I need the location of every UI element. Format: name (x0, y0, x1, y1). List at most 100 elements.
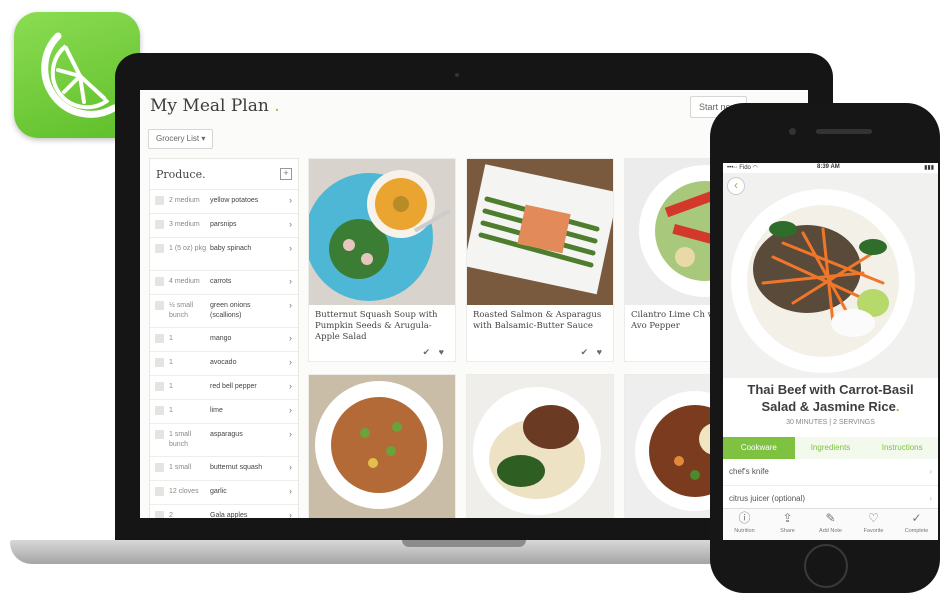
item-quantity: 4 medium (169, 278, 200, 285)
recipe-title-text: Thai Beef with Carrot-Basil Salad & Jasm… (747, 382, 914, 414)
heart-icon: ♡ (868, 511, 879, 525)
page-title-text: My Meal Plan (150, 96, 269, 116)
checkbox[interactable] (155, 430, 164, 439)
item-name: avocado (210, 359, 237, 366)
title-dot: . (895, 399, 900, 414)
checkbox[interactable] (155, 220, 164, 229)
recipe-card[interactable] (308, 374, 456, 518)
page-title: My Meal Plan . (150, 96, 280, 116)
produce-item[interactable]: 2 Gala apples › (150, 504, 298, 518)
chevron-right-icon: › (289, 219, 292, 229)
chevron-right-icon: › (289, 381, 292, 391)
item-name: mango (210, 335, 232, 342)
phone-camera (789, 128, 796, 135)
status-time: 8:39 AM (817, 164, 840, 170)
produce-item[interactable]: 1 small bunch asparagus › (150, 423, 298, 456)
checkbox[interactable] (155, 196, 164, 205)
chevron-right-icon: › (289, 195, 292, 205)
produce-item[interactable]: ½ small bunch green onions (scallions) › (150, 294, 298, 327)
checkbox[interactable] (155, 487, 164, 496)
chevron-right-icon: › (289, 300, 292, 310)
item-quantity: 1 (169, 407, 173, 414)
nutrition-button[interactable]: ⓘ Nutrition (723, 509, 766, 540)
checkbox[interactable] (155, 301, 164, 310)
note-icon: ✎ (825, 511, 836, 525)
produce-item[interactable]: 1 red bell pepper › (150, 375, 298, 399)
item-name: garlic (210, 488, 227, 495)
checkbox[interactable] (155, 382, 164, 391)
tab-instructions[interactable]: Instructions (866, 437, 938, 459)
phone-speaker (816, 129, 872, 134)
item-name: green onions (scallions) (210, 302, 251, 319)
share-icon: ⇪ (782, 511, 793, 525)
checkbox[interactable] (155, 463, 164, 472)
add-note-button[interactable]: ✎ Add Note (809, 509, 852, 540)
laptop-notch (402, 540, 526, 547)
tab-cookware[interactable]: Cookware (723, 437, 795, 459)
produce-heading: Produce. (156, 168, 206, 181)
produce-item[interactable]: 1 avocado › (150, 351, 298, 375)
produce-item[interactable]: 3 medium parsnips › (150, 213, 298, 237)
produce-item[interactable]: 1 lime › (150, 399, 298, 423)
produce-item[interactable]: 1 mango › (150, 327, 298, 351)
checkbox[interactable] (155, 406, 164, 415)
chevron-right-icon: › (289, 243, 292, 253)
item-quantity: 1 small bunch (169, 431, 192, 448)
item-quantity: 1 (169, 335, 173, 342)
chevron-left-icon[interactable]: ‹ (727, 177, 745, 195)
item-quantity: ½ small bunch (169, 302, 194, 319)
share-button[interactable]: ⇪ Share (766, 509, 809, 540)
item-name: asparagus (210, 431, 243, 438)
plus-square-icon[interactable]: + (280, 168, 292, 180)
cookware-item-label: chef's knife (729, 467, 769, 476)
favorite-button[interactable]: ♡ Favorite (852, 509, 895, 540)
checkbox[interactable] (155, 358, 164, 367)
info-icon: ⓘ (738, 511, 751, 525)
recipe-card[interactable]: Roasted Salmon & Asparagus with Balsamic… (466, 158, 614, 362)
recipe-photo (309, 375, 455, 518)
list-item[interactable]: chef's knife › (723, 459, 938, 486)
item-quantity: 1 small (169, 464, 192, 471)
check-heart-icons[interactable]: ✔ ♥ (581, 347, 605, 358)
checkbox[interactable] (155, 277, 164, 286)
item-quantity: 3 medium (169, 221, 200, 228)
recipe-card[interactable]: Butternut Squash Soup with Pumpkin Seeds… (308, 158, 456, 362)
grocery-list-dropdown[interactable]: Grocery List ▾ (148, 129, 214, 149)
recipe-photo (467, 159, 613, 305)
recipe-tabs: Cookware Ingredients Instructions (723, 437, 938, 459)
recipe-card[interactable] (466, 374, 614, 518)
complete-button[interactable]: ✓ Complete (895, 509, 938, 540)
complete-label: Complete (904, 528, 929, 534)
checkbox[interactable] (155, 334, 164, 343)
produce-item[interactable]: 1 (5 oz) pkg baby spinach › (150, 237, 298, 270)
phone-screen: •••◦◦ Fido ◠ 8:39 AM ▮▮▮ ‹ Thai Beef wit… (723, 163, 938, 540)
status-bar: •••◦◦ Fido ◠ 8:39 AM ▮▮▮ (723, 163, 938, 173)
item-name: red bell pepper (210, 383, 257, 390)
produce-item[interactable]: 2 medium yellow potatoes › (150, 189, 298, 213)
item-name: baby spinach (210, 245, 252, 252)
item-quantity: 1 (5 oz) pkg (169, 245, 206, 252)
share-label: Share (780, 528, 795, 534)
produce-item[interactable]: 1 small butternut squash › (150, 456, 298, 480)
item-quantity: 12 cloves (169, 488, 199, 495)
favorite-label: Favorite (863, 528, 884, 534)
recipe-title: Roasted Salmon & Asparagus with Balsamic… (473, 310, 602, 331)
produce-item[interactable]: 4 medium carrots › (150, 270, 298, 294)
title-dot: . (274, 96, 280, 116)
recipe-photo (309, 159, 455, 305)
item-name: parsnips (210, 221, 237, 228)
recipe-photo (467, 375, 613, 518)
checkbox[interactable] (155, 511, 164, 518)
home-button[interactable] (804, 544, 848, 588)
chevron-right-icon: › (289, 510, 292, 518)
grocery-sidebar: Produce. + 2 medium yellow potatoes › 3 med… (149, 158, 299, 518)
chevron-right-icon: › (289, 276, 292, 286)
item-quantity: 2 medium (169, 197, 200, 204)
checkbox[interactable] (155, 244, 164, 253)
item-name: Gala apples (210, 512, 248, 518)
tab-ingredients[interactable]: Ingredients (795, 437, 867, 459)
produce-item[interactable]: 12 cloves garlic › (150, 480, 298, 504)
check-heart-icons[interactable]: ✔ ♥ (423, 347, 447, 358)
chevron-right-icon: › (289, 405, 292, 415)
recipe-meta: 30 MINUTES | 2 SERVINGS (786, 419, 875, 426)
